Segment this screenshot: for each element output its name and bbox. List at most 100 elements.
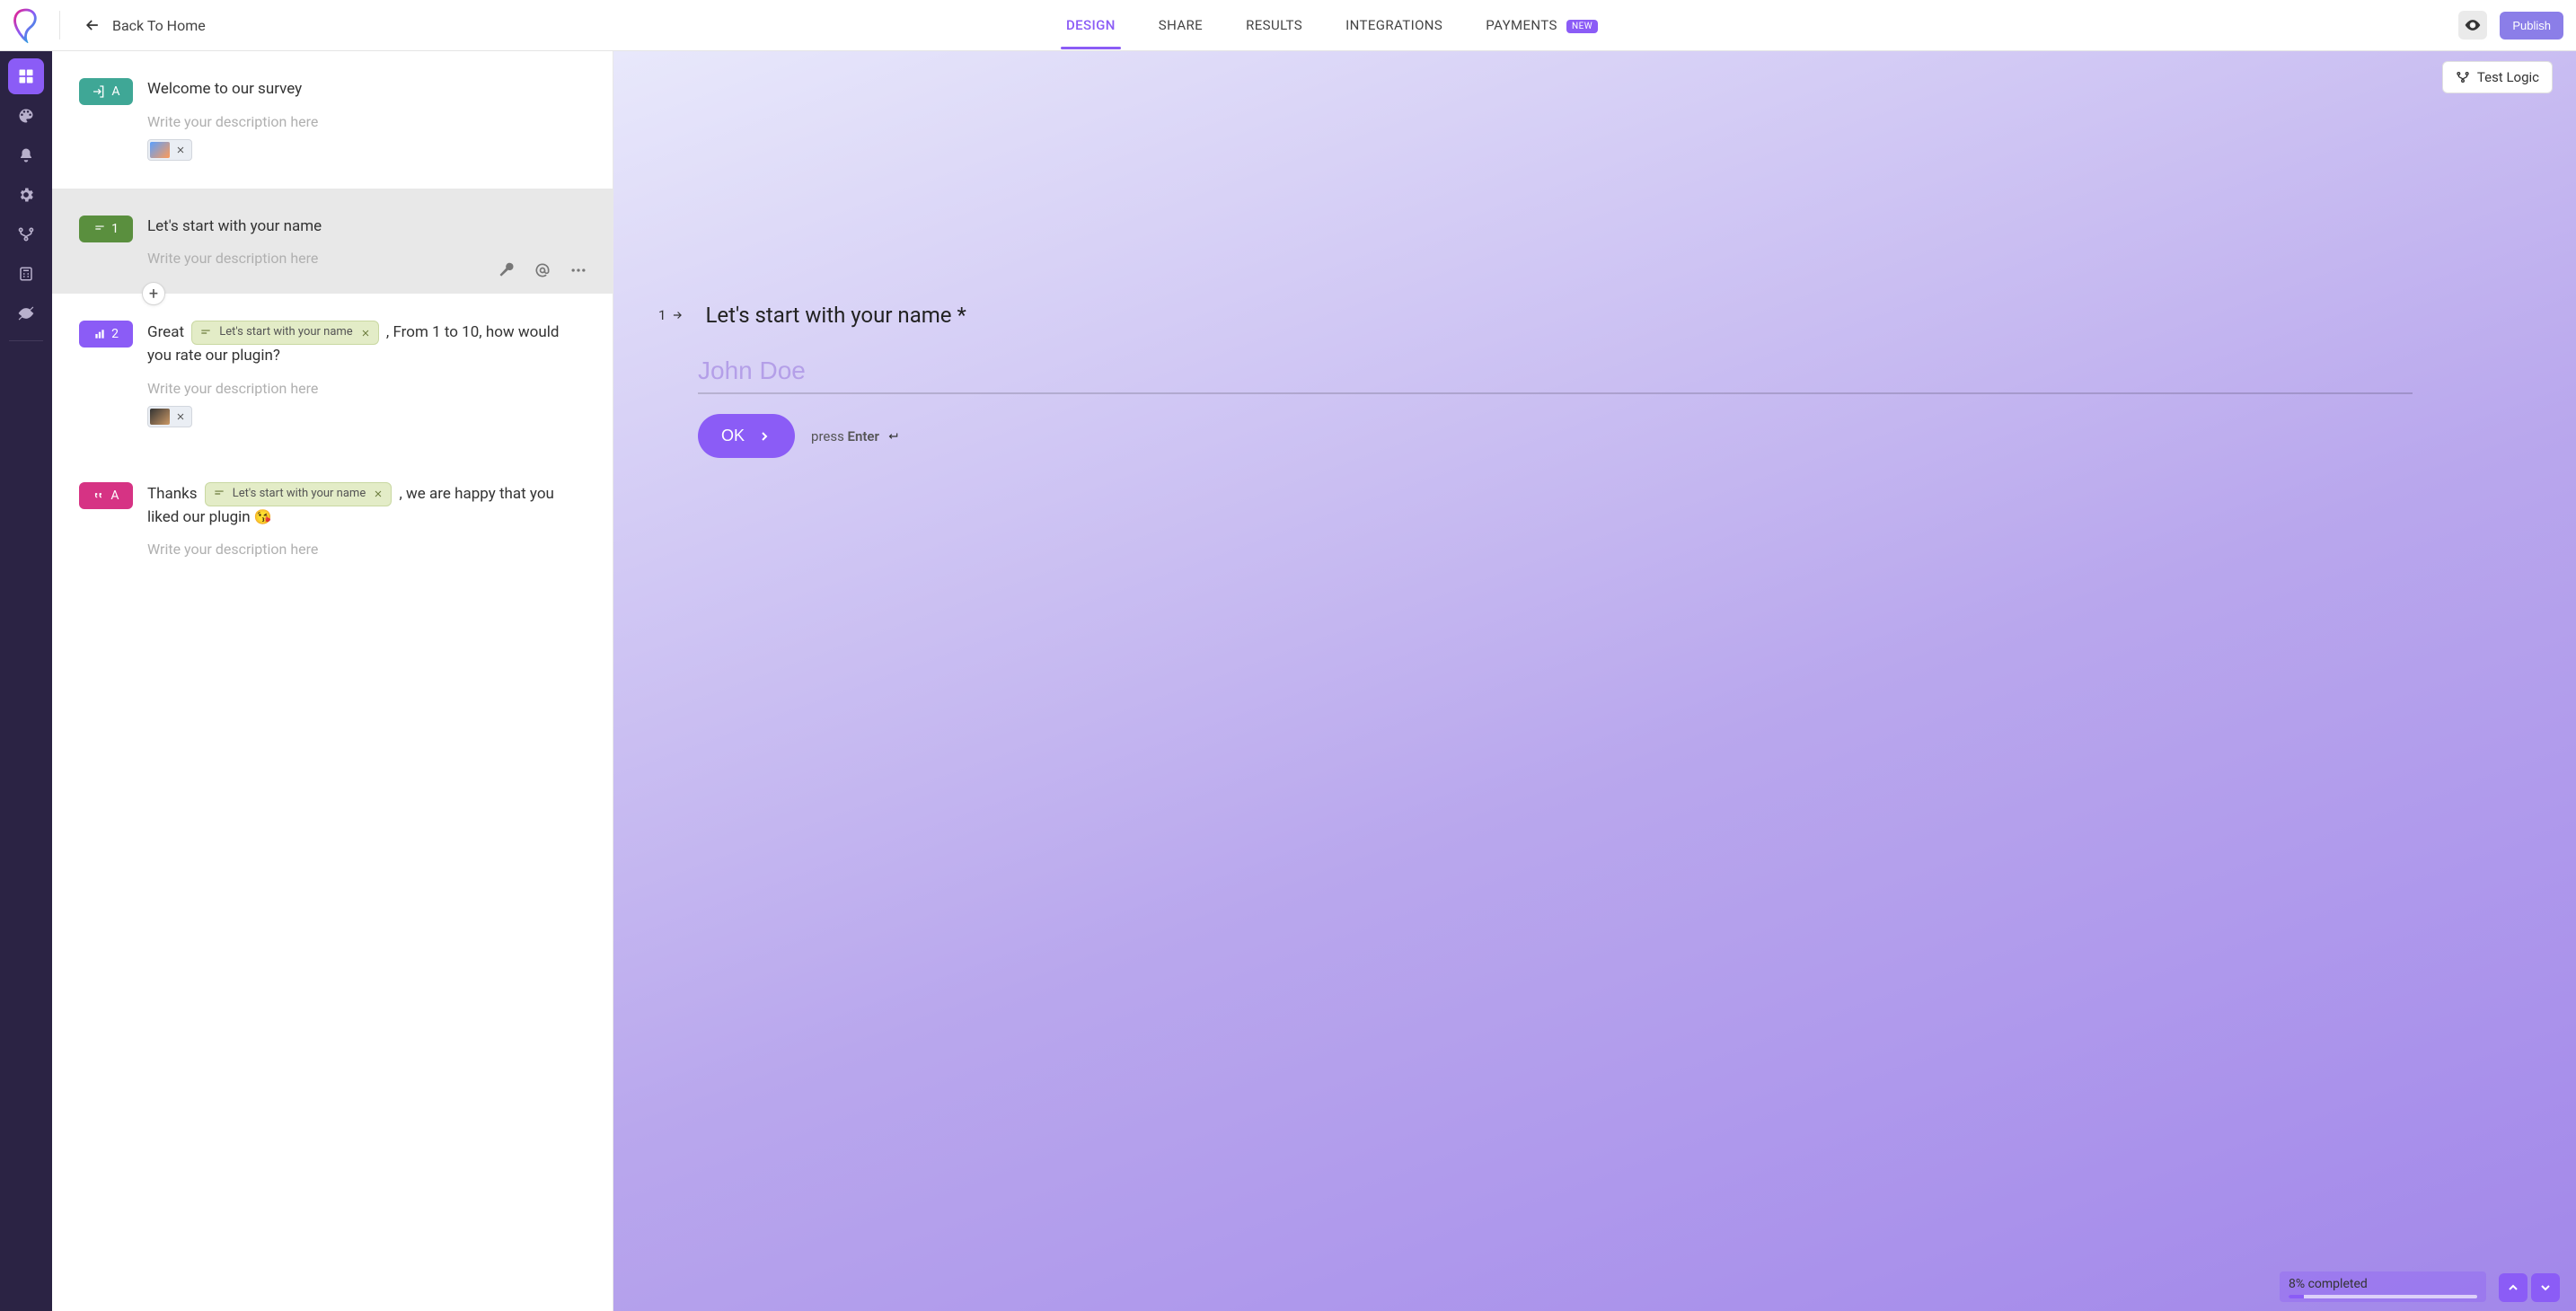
branch-icon bbox=[17, 225, 35, 243]
header-divider bbox=[59, 11, 60, 40]
block-title[interactable]: Welcome to our survey bbox=[147, 78, 586, 101]
palette-icon bbox=[17, 107, 35, 125]
rail-settings[interactable] bbox=[8, 177, 44, 213]
eye-off-icon bbox=[17, 304, 35, 322]
progress-track bbox=[2289, 1295, 2477, 1298]
block-more-button[interactable] bbox=[569, 261, 587, 279]
test-logic-button[interactable]: Test Logic bbox=[2442, 61, 2553, 93]
sidebar-rail bbox=[0, 51, 52, 1311]
ok-label: OK bbox=[721, 427, 745, 445]
badge-letter: A bbox=[111, 84, 119, 99]
rail-notifications[interactable] bbox=[8, 137, 44, 173]
block-actions bbox=[498, 261, 587, 279]
preview-eye-button[interactable] bbox=[2458, 11, 2487, 40]
block-welcome[interactable]: A Welcome to our survey Write your descr… bbox=[52, 51, 613, 189]
nav-payments[interactable]: PAYMENTS NEW bbox=[1484, 1, 1600, 49]
back-to-home-link[interactable]: Back To Home bbox=[84, 16, 206, 34]
block-desc[interactable]: Write your description here bbox=[147, 541, 586, 558]
rail-blocks[interactable] bbox=[8, 58, 44, 94]
block-mention-button[interactable] bbox=[534, 261, 551, 279]
text-lines-icon bbox=[199, 327, 212, 339]
dots-icon bbox=[569, 261, 587, 279]
at-icon bbox=[534, 261, 551, 279]
emoji: 😘 bbox=[254, 508, 272, 525]
field-reference-pill[interactable]: Let's start with your name bbox=[191, 321, 378, 345]
wrench-icon bbox=[498, 261, 516, 279]
app-logo bbox=[11, 7, 41, 43]
block-badge-text: 1 bbox=[79, 216, 133, 242]
title-prefix: Thanks bbox=[147, 485, 201, 503]
ref-label: Let's start with your name bbox=[233, 486, 366, 503]
block-badge-welcome: A bbox=[79, 78, 133, 105]
ok-button[interactable]: OK bbox=[698, 414, 795, 458]
nav-payments-label: PAYMENTS bbox=[1486, 17, 1557, 33]
header-nav: DESIGN SHARE RESULTS INTEGRATIONS PAYMEN… bbox=[206, 1, 2459, 49]
badge-letter: 2 bbox=[111, 327, 119, 341]
title-prefix: Great bbox=[147, 323, 188, 341]
publish-button[interactable]: Publish bbox=[2500, 12, 2563, 40]
preview-prev-button[interactable] bbox=[2499, 1273, 2527, 1302]
test-logic-label: Test Logic bbox=[2477, 69, 2539, 85]
arrow-right-icon bbox=[671, 309, 684, 321]
top-header: Back To Home DESIGN SHARE RESULTS INTEGR… bbox=[0, 0, 2576, 51]
progress-fill bbox=[2289, 1295, 2304, 1298]
grid-icon bbox=[17, 67, 35, 85]
close-icon[interactable] bbox=[175, 411, 186, 422]
chevron-right-icon bbox=[757, 429, 772, 444]
block-badge-thanks: A bbox=[79, 482, 133, 509]
preview-next-button[interactable] bbox=[2531, 1273, 2560, 1302]
badge-letter: 1 bbox=[111, 222, 119, 236]
press-enter-hint: press Enter bbox=[811, 428, 899, 444]
close-icon[interactable] bbox=[373, 488, 384, 499]
quote-icon bbox=[93, 489, 105, 502]
enter-key-icon bbox=[887, 430, 899, 443]
attachment-chip[interactable] bbox=[147, 139, 192, 161]
answer-input[interactable] bbox=[698, 353, 2413, 394]
text-lines-icon bbox=[93, 223, 106, 235]
close-icon[interactable] bbox=[175, 145, 186, 155]
rail-logic[interactable] bbox=[8, 216, 44, 252]
question-number: 1 bbox=[658, 307, 684, 323]
nav-design[interactable]: DESIGN bbox=[1064, 1, 1117, 49]
block-desc[interactable]: Write your description here bbox=[147, 113, 586, 130]
rail-calculator[interactable] bbox=[8, 256, 44, 292]
block-title[interactable]: Let's start with your name bbox=[147, 216, 586, 238]
field-reference-pill[interactable]: Let's start with your name bbox=[205, 482, 392, 506]
nav-results[interactable]: RESULTS bbox=[1244, 1, 1304, 49]
live-preview-panel: Test Logic 1 Let's start with your name … bbox=[613, 51, 2576, 1311]
nav-share[interactable]: SHARE bbox=[1157, 1, 1204, 49]
rail-theme[interactable] bbox=[8, 98, 44, 134]
blocks-panel[interactable]: A Welcome to our survey Write your descr… bbox=[52, 51, 613, 1311]
login-icon bbox=[92, 84, 106, 99]
block-rating[interactable]: 2 Great Let's start with your name , Fro… bbox=[52, 294, 613, 454]
badge-letter: A bbox=[110, 488, 119, 503]
text-lines-icon bbox=[213, 488, 225, 500]
attachment-thumb bbox=[150, 142, 170, 158]
gear-icon bbox=[17, 186, 35, 204]
ref-label: Let's start with your name bbox=[219, 324, 352, 341]
block-title[interactable]: Thanks Let's start with your name , we a… bbox=[147, 482, 586, 528]
arrow-left-icon bbox=[84, 16, 101, 34]
block-config-button[interactable] bbox=[498, 261, 516, 279]
block-title[interactable]: Great Let's start with your name , From … bbox=[147, 321, 586, 366]
block-thanks[interactable]: A Thanks Let's start with your name , we… bbox=[52, 455, 613, 585]
chevron-up-icon bbox=[2506, 1280, 2520, 1295]
block-desc[interactable]: Write your description here bbox=[147, 380, 586, 397]
nav-integrations[interactable]: INTEGRATIONS bbox=[1344, 1, 1444, 49]
bell-icon bbox=[18, 147, 34, 163]
back-label: Back To Home bbox=[112, 17, 206, 34]
bars-icon bbox=[93, 328, 106, 340]
rail-separator bbox=[9, 340, 43, 341]
block-badge-scale: 2 bbox=[79, 321, 133, 348]
progress-label: 8% completed bbox=[2289, 1277, 2477, 1291]
progress-bar: 8% completed bbox=[2280, 1271, 2486, 1302]
attachment-chip[interactable] bbox=[147, 406, 192, 427]
block-name[interactable]: 1 Let's start with your name Write your … bbox=[52, 189, 613, 295]
chevron-down-icon bbox=[2538, 1280, 2553, 1295]
question-title: Let's start with your name * bbox=[705, 303, 966, 328]
attachment-thumb bbox=[150, 409, 170, 425]
new-badge: NEW bbox=[1566, 20, 1598, 33]
rail-hidden[interactable] bbox=[8, 295, 44, 331]
close-icon[interactable] bbox=[360, 328, 371, 339]
preview-nav-arrows bbox=[2499, 1273, 2560, 1302]
